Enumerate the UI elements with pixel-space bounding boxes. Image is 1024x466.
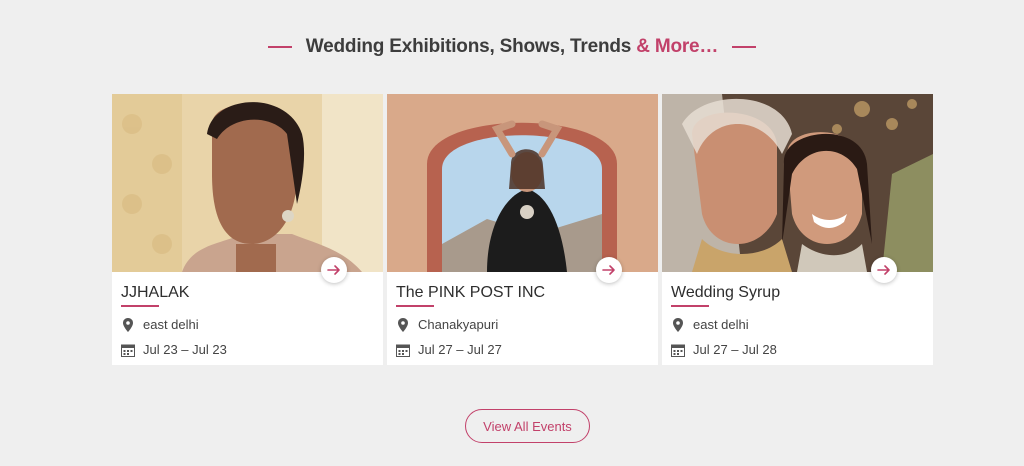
event-name[interactable]: Wedding Syrup [671, 284, 780, 302]
section-title-main: Wedding Exhibitions, Shows, Trends [305, 36, 632, 57]
event-location-text: east delhi [143, 317, 199, 332]
event-dates-text: Jul 27 – Jul 27 [418, 342, 502, 357]
arrow-right-icon[interactable] [321, 257, 347, 283]
heading-rule-left [267, 46, 292, 48]
calendar-icon [396, 343, 410, 357]
title-underline [396, 305, 434, 307]
map-pin-icon [396, 317, 410, 332]
event-cards: JJHALAK east delhi Jul 23 – Jul 23 The P… [112, 94, 933, 365]
event-dates: Jul 23 – Jul 23 [121, 342, 227, 357]
calendar-icon [121, 343, 135, 357]
heading-rule-right [732, 46, 757, 48]
event-location: east delhi [671, 317, 749, 332]
event-location-text: east delhi [693, 317, 749, 332]
event-image [387, 94, 658, 272]
event-location: east delhi [121, 317, 199, 332]
event-dates: Jul 27 – Jul 28 [671, 342, 777, 357]
event-image [662, 94, 933, 272]
event-dates: Jul 27 – Jul 27 [396, 342, 502, 357]
event-location-text: Chanakyapuri [418, 317, 499, 332]
title-underline [671, 305, 709, 307]
section-title: Wedding Exhibitions, Shows, Trends & Mor… [305, 36, 719, 58]
calendar-icon [671, 343, 685, 357]
event-location: Chanakyapuri [396, 317, 498, 332]
map-pin-icon [671, 317, 685, 332]
event-card[interactable]: Wedding Syrup east delhi Jul 27 – Jul 28 [662, 94, 933, 365]
arrow-right-icon[interactable] [596, 257, 622, 283]
event-card[interactable]: The PINK POST INC Chanakyapuri Jul 27 – … [387, 94, 658, 365]
event-name[interactable]: The PINK POST INC [396, 284, 545, 302]
event-dates-text: Jul 27 – Jul 28 [693, 342, 777, 357]
section-title-accent: & More… [636, 36, 719, 57]
event-dates-text: Jul 23 – Jul 23 [143, 342, 227, 357]
event-card[interactable]: JJHALAK east delhi Jul 23 – Jul 23 [112, 94, 383, 365]
view-all-events-button[interactable]: View All Events [465, 409, 590, 443]
arrow-right-icon[interactable] [871, 257, 897, 283]
map-pin-icon [121, 317, 135, 332]
event-name[interactable]: JJHALAK [121, 284, 189, 302]
event-image [112, 94, 383, 272]
section-heading: Wedding Exhibitions, Shows, Trends & Mor… [0, 36, 1024, 58]
title-underline [121, 305, 159, 307]
